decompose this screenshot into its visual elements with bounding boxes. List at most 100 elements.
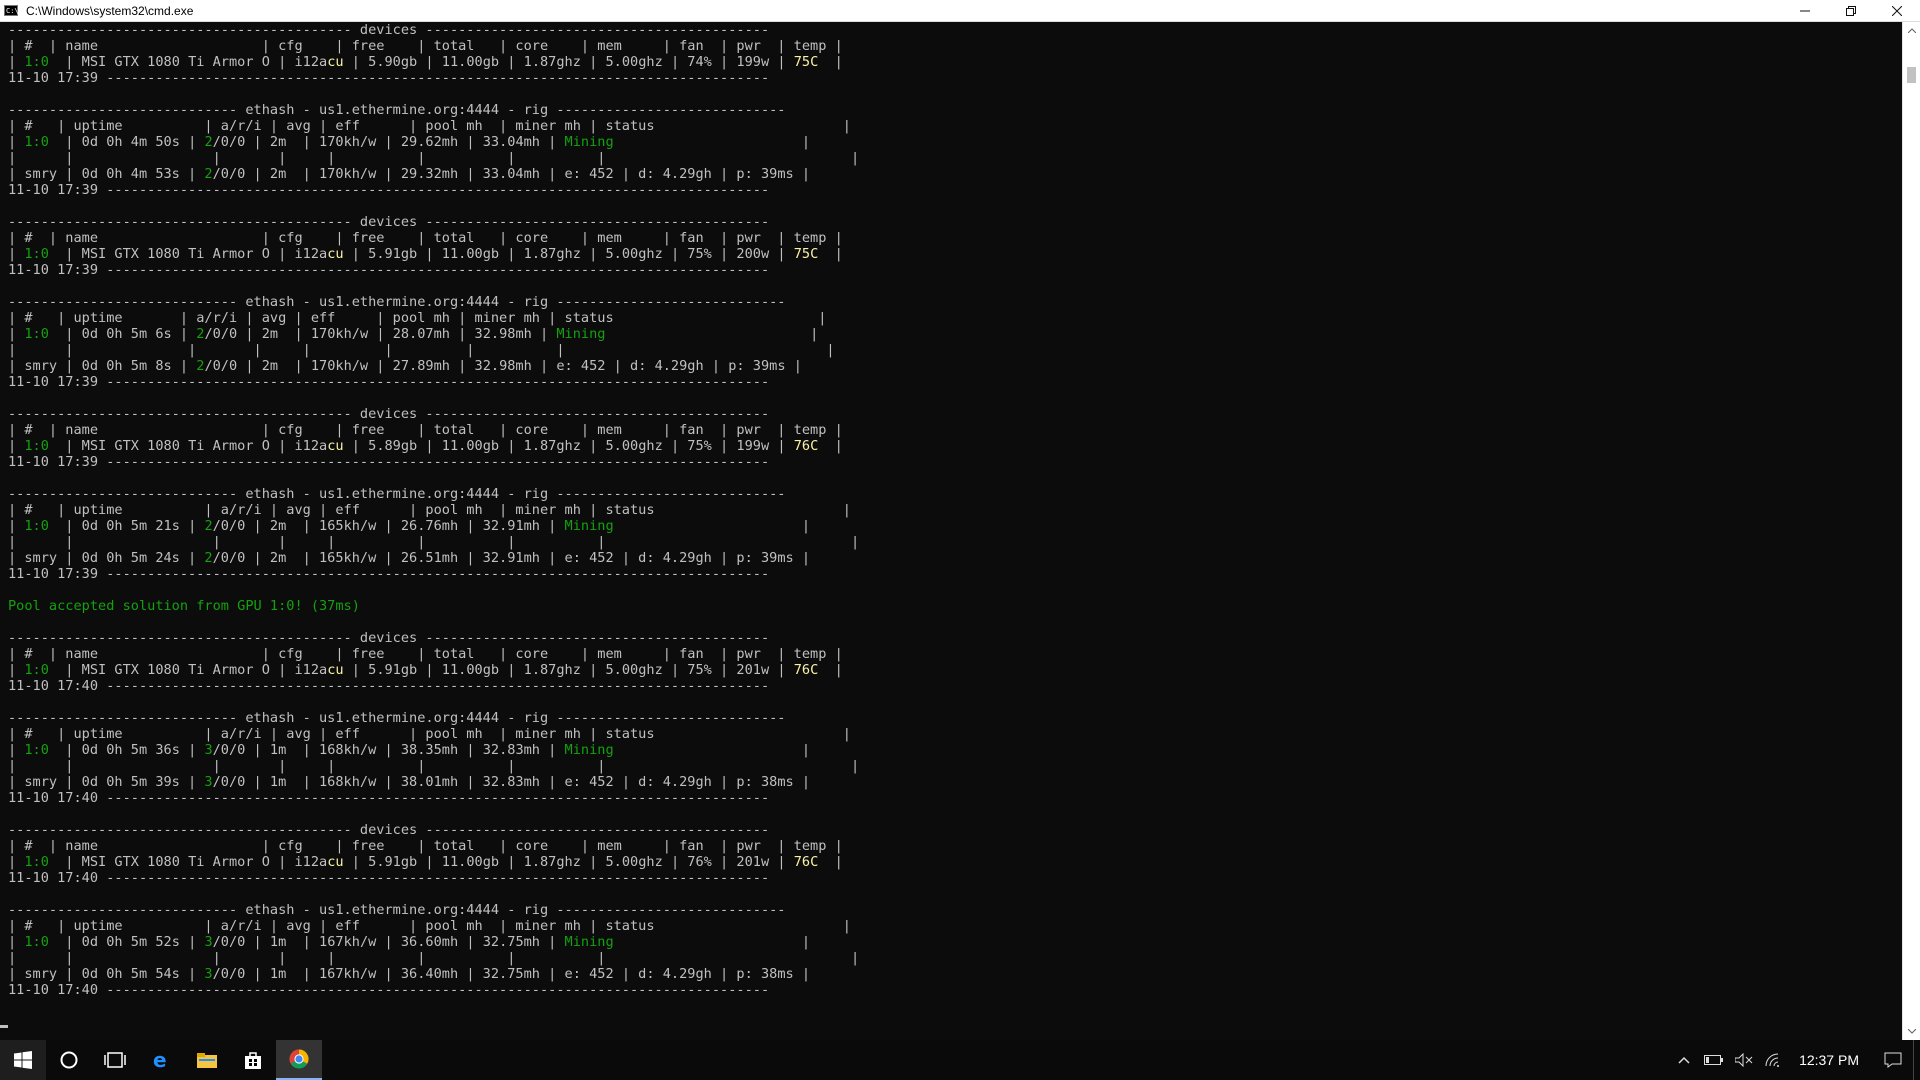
chrome-icon xyxy=(289,1049,309,1069)
console-highlight-green: 2 xyxy=(204,518,213,534)
svg-text:e: e xyxy=(153,1050,167,1070)
console-line: | # | uptime | a/r/i | avg | eff | pool … xyxy=(8,502,851,518)
console-line: ---------------------------- ethash - us… xyxy=(8,294,786,310)
console-line: 11-10 17:40 ----------------------------… xyxy=(8,870,770,886)
file-explorer-icon xyxy=(197,1053,217,1068)
console-line: | 1:0 | MSI GTX 1080 Ti Armor O | i12acu… xyxy=(8,54,843,70)
console-line: Pool accepted solution from GPU 1:0! (37… xyxy=(8,598,1902,614)
console-line: | smry | 0d 0h 4m 53s | 2/0/0 | 2m | 170… xyxy=(8,166,811,182)
console-highlight-green: 1:0 xyxy=(24,134,49,150)
window-controls xyxy=(1782,0,1920,22)
console-highlight-yellow: cu xyxy=(327,438,344,454)
console-highlight-green: 1:0 xyxy=(24,934,49,950)
vertical-scrollbar[interactable] xyxy=(1902,22,1920,1040)
edge-taskbar-button[interactable]: e xyxy=(138,1040,184,1080)
console-line: 11-10 17:40 ----------------------------… xyxy=(8,982,770,998)
console-line: | 1:0 | MSI GTX 1080 Ti Armor O | i12acu… xyxy=(8,854,843,870)
console-highlight-yellow: cu xyxy=(327,54,344,70)
console-line: | 1:0 | MSI GTX 1080 Ti Armor O | i12acu… xyxy=(8,246,843,262)
console-line: | # | uptime | a/r/i | avg | eff | pool … xyxy=(8,310,827,326)
console-line: | smry | 0d 0h 5m 39s | 3/0/0 | 1m | 168… xyxy=(8,774,811,790)
console-highlight-green: Mining xyxy=(564,742,614,758)
console-line: | # | name | cfg | free | total | core |… xyxy=(8,646,843,662)
battery-button[interactable] xyxy=(1699,1040,1729,1080)
console-line: 11-10 17:39 ----------------------------… xyxy=(8,70,770,86)
console-highlight-green: 1:0 xyxy=(24,54,49,70)
store-icon xyxy=(245,1052,261,1069)
console-highlight-green: 2 xyxy=(204,166,213,182)
taskbar-clock[interactable]: 12:37 PM xyxy=(1789,1052,1873,1068)
console-line: | 1:0 | MSI GTX 1080 Ti Armor O | i12acu… xyxy=(8,438,843,454)
console-highlight-green: 3 xyxy=(204,774,213,790)
windows-start-icon xyxy=(14,1051,32,1069)
console-line: | | | | | | | | | xyxy=(8,534,860,550)
console-line: ----------------------------------------… xyxy=(8,214,770,230)
close-icon xyxy=(1892,5,1902,16)
console-line: | # | name | cfg | free | total | core |… xyxy=(8,422,843,438)
store-taskbar-button[interactable] xyxy=(230,1040,276,1080)
console-line: | 1:0 | 0d 0h 5m 21s | 2/0/0 | 2m | 165k… xyxy=(8,518,811,534)
scroll-down-arrow-icon xyxy=(1907,1029,1916,1034)
console-highlight-green: 3 xyxy=(204,742,213,758)
console-line: | # | uptime | a/r/i | avg | eff | pool … xyxy=(8,918,851,934)
scroll-down-button[interactable] xyxy=(1903,1023,1920,1040)
console-line: | # | uptime | a/r/i | avg | eff | pool … xyxy=(8,118,851,134)
show-desktop-button[interactable] xyxy=(1913,1040,1920,1080)
console-line: 11-10 17:39 ----------------------------… xyxy=(8,182,770,198)
action-center-icon xyxy=(1884,1052,1902,1068)
console-line: ----------------------------------------… xyxy=(8,630,770,646)
task-view-button[interactable] xyxy=(92,1040,138,1080)
cortana-button[interactable] xyxy=(46,1040,92,1080)
system-tray: 12:37 PM xyxy=(1669,1040,1920,1080)
restore-icon xyxy=(1846,5,1856,16)
console-highlight-green: Mining xyxy=(564,934,614,950)
console-line: | | | | | | | | | xyxy=(8,758,860,774)
console-highlight-green: 2 xyxy=(196,326,205,342)
console-highlight-yellow: 75C xyxy=(793,54,819,70)
chrome-taskbar-button[interactable] xyxy=(276,1040,322,1080)
console-line: 11-10 17:39 ----------------------------… xyxy=(8,374,770,390)
taskbar: e 12:37 PM xyxy=(0,1040,1920,1080)
scrollbar-thumb[interactable] xyxy=(1907,67,1916,83)
console-line: | smry | 0d 0h 5m 54s | 3/0/0 | 1m | 167… xyxy=(8,966,811,982)
action-center-button[interactable] xyxy=(1873,1040,1913,1080)
console-highlight-green: Pool accepted solution from GPU 1:0! (37… xyxy=(8,598,360,614)
restore-button[interactable] xyxy=(1828,0,1874,22)
window-title: C:\Windows\system32\cmd.exe xyxy=(26,3,194,18)
minimize-button[interactable] xyxy=(1782,0,1828,22)
console-line: | 1:0 | 0d 0h 5m 36s | 3/0/0 | 1m | 168k… xyxy=(8,742,811,758)
scroll-up-arrow-icon xyxy=(1907,28,1916,33)
scroll-up-button[interactable] xyxy=(1903,22,1920,39)
file-explorer-taskbar-button[interactable] xyxy=(184,1040,230,1080)
console-line: | 1:0 | 0d 0h 5m 6s | 2/0/0 | 2m | 170kh… xyxy=(8,326,819,342)
task-view-icon xyxy=(104,1052,126,1068)
chevron-up-icon xyxy=(1678,1056,1690,1064)
console-line: | # | uptime | a/r/i | avg | eff | pool … xyxy=(8,726,851,742)
tray-overflow-button[interactable] xyxy=(1669,1040,1699,1080)
window-title-bar[interactable]: C:\ C:\Windows\system32\cmd.exe xyxy=(0,0,1920,22)
battery-icon xyxy=(1704,1055,1724,1065)
console-output[interactable]: ----------------------------------------… xyxy=(0,22,1902,1040)
console-highlight-green: 1:0 xyxy=(24,246,49,262)
console-highlight-yellow: 75C xyxy=(793,246,819,262)
console-line: 11-10 17:40 ----------------------------… xyxy=(8,790,770,806)
volume-button[interactable] xyxy=(1729,1040,1759,1080)
console-line: 11-10 17:39 ----------------------------… xyxy=(8,262,770,278)
console-line: | # | name | cfg | free | total | core |… xyxy=(8,838,843,854)
console-line: 11-10 17:39 ----------------------------… xyxy=(8,454,770,470)
start-button[interactable] xyxy=(0,1040,46,1080)
console-line: | | | | | | | | | xyxy=(8,342,835,358)
console-highlight-green: 2 xyxy=(196,358,205,374)
console-highlight-yellow: 76C xyxy=(793,662,819,678)
network-button[interactable] xyxy=(1759,1040,1789,1080)
close-button[interactable] xyxy=(1874,0,1920,22)
cmd-app-icon[interactable]: C:\ xyxy=(4,5,19,16)
console-highlight-yellow: cu xyxy=(327,246,344,262)
